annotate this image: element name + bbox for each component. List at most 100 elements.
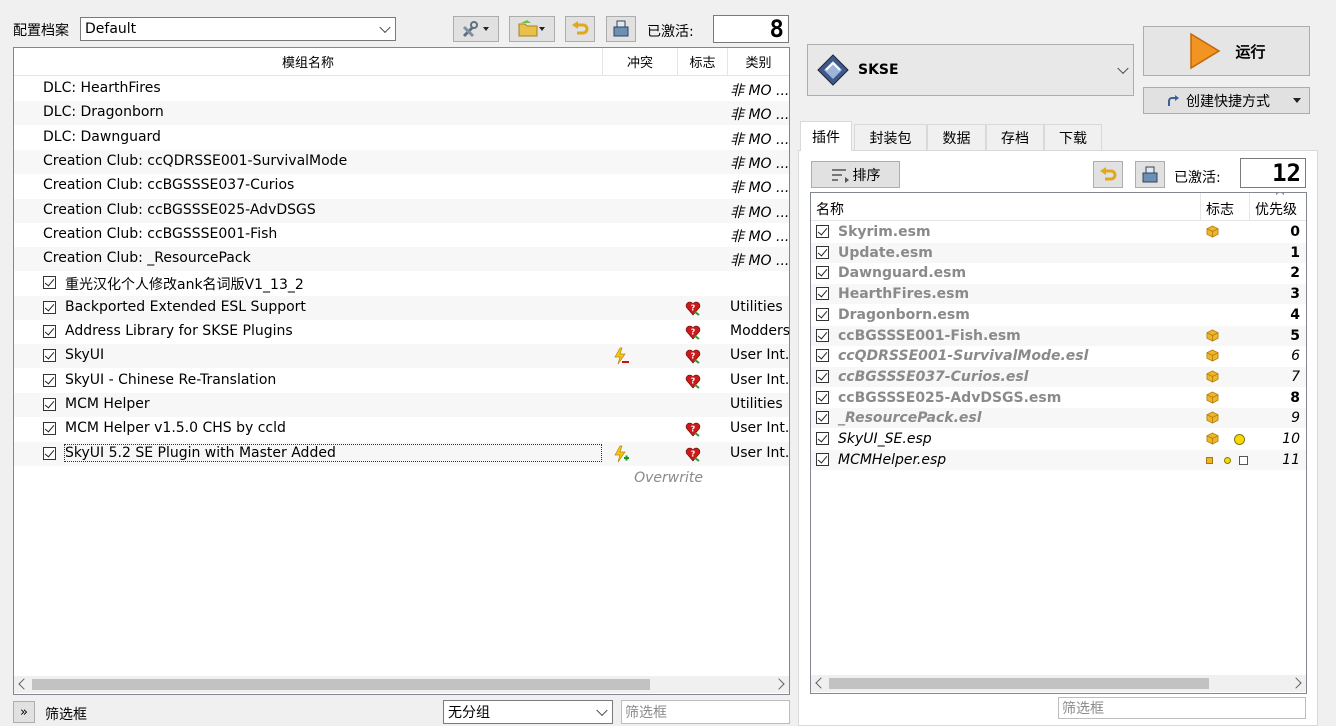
scroll-left-icon[interactable] [815,677,827,689]
mod-enabled-checkbox[interactable] [43,325,56,338]
small-master-flag-icon [1206,456,1213,464]
plugin-priority: 1 [1290,244,1300,261]
plugin-row[interactable]: Skyrim.esm 0 [811,222,1306,242]
mod-enabled-checkbox[interactable] [43,446,56,460]
plugin-enabled-checkbox[interactable] [816,328,829,342]
restore-backup-button[interactable] [565,16,595,42]
tab-archives[interactable]: 封装包 [854,124,927,150]
sort-button[interactable]: 排序 [811,161,900,188]
mod-row[interactable]: DLC: Dragonborn 非 MO ... [14,101,789,126]
mod-row[interactable]: SkyUI - Chinese Re-Translation? User Int.… [14,369,789,393]
plugin-priority: 0 [1290,224,1300,240]
mod-row[interactable]: MCM Helper Utilities [14,392,789,417]
column-header-plugin-flags[interactable]: 标志 [1206,199,1234,219]
mod-row[interactable]: Creation Club: ccBGSSSE037-Curios 非 MO ..… [14,174,789,198]
plugin-enabled-checkbox[interactable] [816,225,829,238]
overwrite-entry[interactable]: Overwrite [14,470,703,486]
scroll-thumb[interactable] [32,679,650,690]
mod-row[interactable]: Address Library for SKSE Plugins? Modders [14,320,789,344]
plugin-row[interactable]: ccBGSSSE037-Curios.esl 7 [811,366,1306,387]
plugin-list-hscrollbar[interactable] [811,675,1306,692]
mod-row[interactable]: MCM Helper v1.5.0 CHS by ccld? User Int..… [14,417,789,441]
plugin-name: HearthFires.esm [838,286,970,303]
mod-enabled-checkbox[interactable] [43,349,56,363]
plugin-enabled-checkbox[interactable] [816,245,829,259]
mod-row[interactable]: SkyUI? User Int... [14,344,789,369]
plugin-row[interactable]: SkyUI_SE.esp 10 [811,429,1306,449]
mod-enabled-checkbox[interactable] [43,373,56,387]
plugin-row[interactable]: ccBGSSSE025-AdvDSGS.esm 8 [811,388,1306,408]
backup-icon [613,20,629,37]
plugin-enabled-checkbox[interactable] [816,369,829,383]
column-header-category[interactable]: 类别 [728,48,789,76]
plugin-enabled-checkbox[interactable] [816,411,829,425]
mod-list[interactable]: 模组名称 冲突 标志 类别 DLC: HearthFires 非 MO ... DL… [13,47,790,695]
tab-saves[interactable]: 存档 [986,124,1044,150]
missing-content-flag-icon: ? [685,301,701,316]
tools-button[interactable] [453,16,499,42]
plugin-row[interactable]: Dragonborn.esm 4 [811,305,1306,325]
mod-category: 非 MO ... [730,204,790,221]
plugin-enabled-checkbox[interactable] [816,390,829,404]
column-header-priority[interactable]: 优先级 [1255,199,1297,219]
plugin-row[interactable]: Dawnguard.esm 2 [811,263,1306,283]
mod-category: Modders [730,323,790,339]
plugin-row[interactable]: HearthFires.esm 3 [811,284,1306,305]
mod-row[interactable]: DLC: HearthFires 非 MO ... [14,77,789,101]
mod-filter-input[interactable]: 筛选框 [621,700,790,724]
mod-row[interactable]: Creation Club: _ResourcePack 非 MO ... [14,247,789,272]
mod-row[interactable]: DLC: Dawnguard 非 MO ... [14,126,789,150]
create-shortcut-button[interactable]: 创建快捷方式 [1143,87,1310,114]
column-header-flags[interactable]: 标志 [678,48,728,76]
scroll-right-icon[interactable] [1290,677,1302,689]
open-folder-button[interactable] [509,16,555,42]
mod-row[interactable]: Creation Club: ccBGSSSE001-Fish 非 MO ... [14,223,789,247]
create-backup-button[interactable] [606,16,636,42]
tab-downloads[interactable]: 下载 [1044,124,1102,150]
mod-enabled-checkbox[interactable] [43,276,56,290]
mod-enabled-checkbox[interactable] [43,300,56,314]
plugin-enabled-checkbox[interactable] [816,349,829,363]
column-header-name[interactable]: 模组名称 [14,48,603,76]
plugin-enabled-checkbox[interactable] [816,287,829,301]
mod-row[interactable]: Backported Extended ESL Support? Utilitie… [14,295,789,320]
group-select[interactable]: 无分组 [443,700,613,724]
executable-select[interactable]: SKSE [807,44,1134,96]
profile-select[interactable]: Default [80,17,396,41]
plugin-enabled-checkbox[interactable] [816,432,829,445]
plugin-filter-input[interactable]: 筛选框 [1058,697,1306,719]
plugin-enabled-checkbox[interactable] [816,307,829,321]
plugin-row[interactable]: Update.esm 1 [811,242,1306,263]
scroll-thumb[interactable] [829,678,1209,689]
column-header-conflicts[interactable]: 冲突 [603,48,678,76]
expand-toggle-button[interactable]: » [13,701,35,723]
profile-label: 配置档案 [13,23,69,39]
restore-plugin-backup-button[interactable] [1093,161,1123,188]
mod-enabled-checkbox[interactable] [43,397,56,411]
mod-row[interactable]: 重光汉化个人修改ank名词版V1_13_2 [14,271,789,295]
mod-row[interactable]: SkyUI 5.2 SE Plugin with Master Added? Us… [14,441,789,466]
tab-plugins[interactable]: 插件 [800,121,852,151]
dropdown-triangle-icon [1293,98,1301,103]
plugin-row[interactable]: ccBGSSSE001-Fish.esm 5 [811,325,1306,346]
small-light-flag-icon [1224,456,1231,464]
mod-list-hscrollbar[interactable] [14,676,789,693]
mod-row[interactable]: Creation Club: ccBGSSSE025-AdvDSGS 非 MO .… [14,198,790,223]
plugin-row[interactable]: ccQDRSSE001-SurvivalMode.esl 6 [811,346,1306,366]
plugin-row[interactable]: MCMHelper.esp 11 [811,449,1306,470]
run-button[interactable]: 运行 [1143,26,1310,76]
plugin-name: Dragonborn.esm [838,306,970,323]
plugin-enabled-checkbox[interactable] [816,266,829,280]
plugin-row[interactable]: _ResourcePack.esl 9 [811,408,1306,429]
mod-row[interactable]: Creation Club: ccQDRSSE001-SurvivalMode 非… [14,149,789,174]
mod-enabled-checkbox[interactable] [43,422,56,436]
tab-data[interactable]: 数据 [927,124,986,150]
scroll-right-icon[interactable] [773,678,785,690]
plugin-enabled-checkbox[interactable] [816,452,829,466]
create-plugin-backup-button[interactable] [1135,161,1165,188]
plugin-list[interactable]: 名称 标志 优先级 Skyrim.esm 0 Update.esm 1 Dawnguar… [810,192,1307,694]
scroll-left-icon[interactable] [18,678,30,690]
chevron-down-icon [379,21,391,34]
master-file-flag-icon [1206,370,1219,383]
column-header-plugin-name[interactable]: 名称 [816,199,844,219]
